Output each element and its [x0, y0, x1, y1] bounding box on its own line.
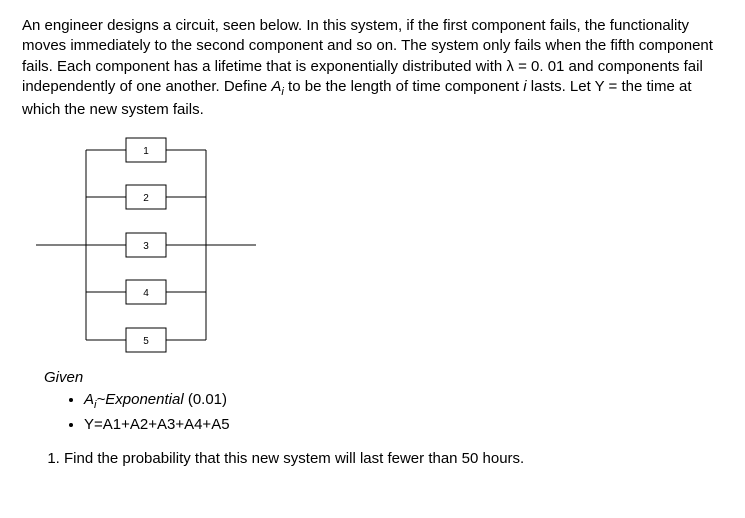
given-item: Y=A1+A2+A3+A4+A5	[84, 415, 723, 435]
question-item: Find the probability that this new syste…	[64, 449, 723, 469]
problem-text-part: to be the length of time component	[284, 78, 523, 95]
var-A: A	[271, 78, 281, 95]
component-label: 1	[143, 146, 149, 157]
given-param: (0.01)	[184, 391, 227, 408]
given-title: Given	[44, 368, 723, 388]
given-block: Given Ai~Exponential (0.01) Y=A1+A2+A3+A…	[44, 368, 723, 435]
given-item: Ai~Exponential (0.01)	[84, 390, 723, 413]
circuit-diagram: 1 2 3 4 5	[36, 130, 723, 360]
problem-statement: An engineer designs a circuit, seen belo…	[22, 16, 723, 120]
component-label: 2	[143, 193, 149, 204]
component-label: 5	[143, 336, 149, 347]
component-label: 3	[143, 241, 149, 252]
given-dist: ~Exponential	[97, 391, 184, 408]
given-A: A	[84, 391, 94, 408]
circuit-svg: 1 2 3 4 5	[36, 130, 256, 360]
question-list: Find the probability that this new syste…	[44, 449, 723, 469]
component-label: 4	[143, 288, 149, 299]
given-Y: Y=A1+A2+A3+A4+A5	[84, 416, 230, 433]
given-list: Ai~Exponential (0.01) Y=A1+A2+A3+A4+A5	[84, 390, 723, 434]
